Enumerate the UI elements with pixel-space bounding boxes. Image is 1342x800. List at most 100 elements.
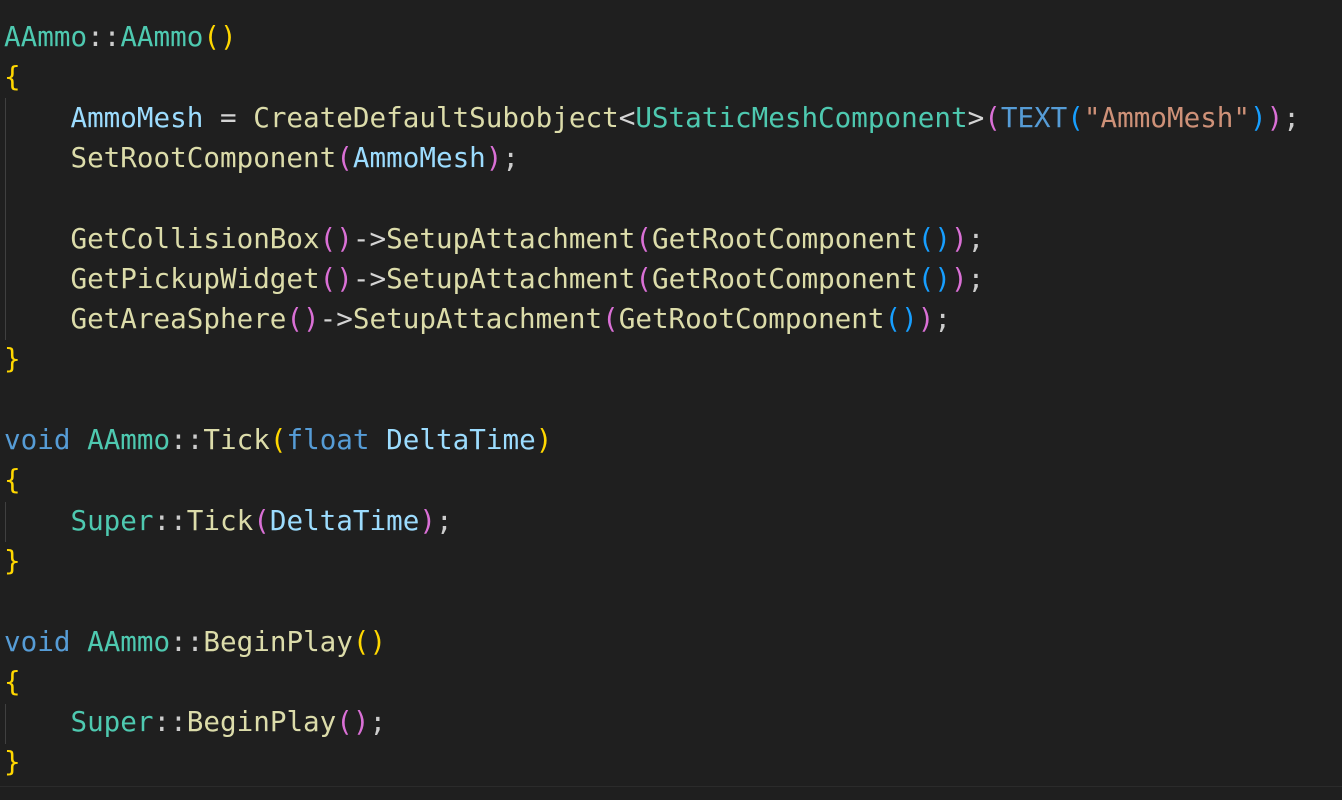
type-token: AAmmo: [87, 624, 171, 658]
punctuation-token: ::: [170, 423, 204, 456]
operator-token: [70, 625, 87, 658]
function-token: BeginPlay: [186, 705, 337, 739]
function-token: GetCollisionBox: [70, 221, 320, 255]
code-line[interactable]: GetAreaSphere () ->SetupAttachment(GetRoot…: [4, 299, 951, 339]
type-token: AAmmo: [120, 20, 204, 53]
bracket-token: (: [1067, 100, 1084, 134]
punctuation-token: ;: [967, 261, 985, 295]
operator-token: ->: [319, 302, 353, 336]
code-line[interactable]: Super::Tick(DeltaTime);: [4, 501, 453, 541]
identifier-token: DeltaTime: [386, 423, 536, 456]
bracket-token: ): [419, 503, 436, 537]
function-token: GetAreaSphere: [70, 302, 287, 336]
function-token: GetPickupWidget: [70, 261, 320, 295]
function-token: CreateDefaultSubobject: [253, 100, 619, 134]
type-token: AAmmo: [4, 20, 88, 53]
keyword-token: void: [4, 423, 71, 456]
code-line[interactable]: {: [4, 57, 21, 97]
bracket-token: (: [269, 423, 287, 456]
punctuation-token: ::: [87, 20, 121, 53]
bracket-token: }: [4, 342, 21, 376]
code-line[interactable]: AAmmo::AAmmo(): [4, 17, 237, 57]
bracket-token: (: [602, 302, 619, 336]
punctuation-token: ;: [502, 140, 520, 174]
bracket-token: ): [917, 302, 935, 336]
function-token: GetRootComponent: [651, 261, 918, 295]
identifier-token: AmmoMesh: [70, 100, 204, 134]
code-line[interactable]: void AAmmo::BeginPlay(): [4, 622, 386, 662]
bracket-token: (: [635, 261, 652, 295]
code-line[interactable]: {: [4, 460, 21, 500]
bracket-token: }: [4, 543, 21, 577]
bracket-token: (): [884, 302, 918, 336]
bracket-token: (): [319, 221, 353, 255]
operator-token: <: [618, 100, 636, 134]
bracket-token: ): [485, 140, 503, 174]
bracket-token: (: [253, 503, 270, 537]
bracket-token: (): [917, 261, 951, 295]
punctuation-token: ;: [1283, 100, 1300, 134]
punctuation-token: ;: [934, 302, 952, 336]
punctuation-token: ;: [435, 503, 453, 537]
bracket-token: (): [917, 221, 951, 255]
bracket-token: (): [319, 261, 353, 295]
type-token: Super: [70, 705, 154, 739]
bracket-token: {: [4, 60, 21, 94]
bracket-token: (: [635, 221, 652, 255]
punctuation-token: ;: [369, 705, 387, 739]
function-token: SetupAttachment: [352, 302, 603, 336]
punctuation-token: ;: [967, 221, 985, 255]
bracket-token: {: [4, 664, 21, 698]
code-editor[interactable]: AAmmo::AAmmo(){ AmmoMesh = CreateDefault…: [0, 0, 1342, 800]
function-token: SetupAttachment: [386, 221, 636, 255]
type-token: AAmmo: [87, 423, 171, 456]
operator-token: ->: [352, 221, 387, 255]
function-token: GetRootComponent: [618, 302, 885, 336]
code-line[interactable]: void AAmmo::Tick(float DeltaTime): [4, 420, 552, 460]
code-line[interactable]: }: [4, 339, 21, 379]
code-line[interactable]: GetPickupWidget()->SetupAttachment(GetRo…: [4, 259, 984, 299]
function-token: GetRootComponent: [651, 221, 918, 255]
code-line[interactable]: AmmoMesh = CreateDefaultSubobject<UStati…: [4, 98, 1300, 138]
bracket-token: (): [336, 705, 370, 739]
bracket-token: ): [951, 221, 968, 255]
keyword-token: float: [286, 423, 370, 456]
operator-token: >: [967, 100, 985, 134]
code-line[interactable]: Super::BeginPlay();: [4, 702, 386, 742]
bracket-token: (): [203, 20, 237, 53]
function-token: Tick: [203, 423, 270, 456]
code-line[interactable]: SetRootComponent(AmmoMesh);: [4, 138, 519, 178]
type-token: Super: [70, 503, 154, 537]
editor-bottom-divider: [0, 786, 1342, 787]
string-token: "AmmoMesh": [1083, 100, 1251, 134]
code-line[interactable]: GetCollisionBox()->SetupAttachment(GetRo…: [4, 219, 984, 259]
operator-token: [370, 423, 387, 456]
function-token: BeginPlay: [203, 624, 353, 658]
keyword-token: TEXT: [1000, 100, 1068, 134]
code-line[interactable]: {: [4, 662, 21, 702]
function-token: SetRootComponent: [70, 140, 337, 174]
punctuation-token: ::: [170, 624, 204, 658]
type-token: UStaticMeshComponent: [635, 100, 968, 134]
bracket-token: (): [352, 624, 387, 658]
bracket-token: (: [984, 100, 1001, 134]
bracket-token: ): [535, 423, 553, 456]
bracket-token: ): [1266, 100, 1284, 134]
code-line[interactable]: }: [4, 541, 21, 581]
bracket-token: {: [4, 463, 21, 497]
bracket-token: }: [4, 745, 21, 779]
keyword-token: void: [4, 624, 71, 658]
function-token: Tick: [186, 503, 254, 537]
code-line[interactable]: }: [4, 742, 21, 782]
operator-token: =: [203, 100, 254, 134]
punctuation-token: ::: [153, 503, 187, 537]
punctuation-token: ::: [153, 705, 187, 739]
operator-token: [70, 423, 87, 456]
